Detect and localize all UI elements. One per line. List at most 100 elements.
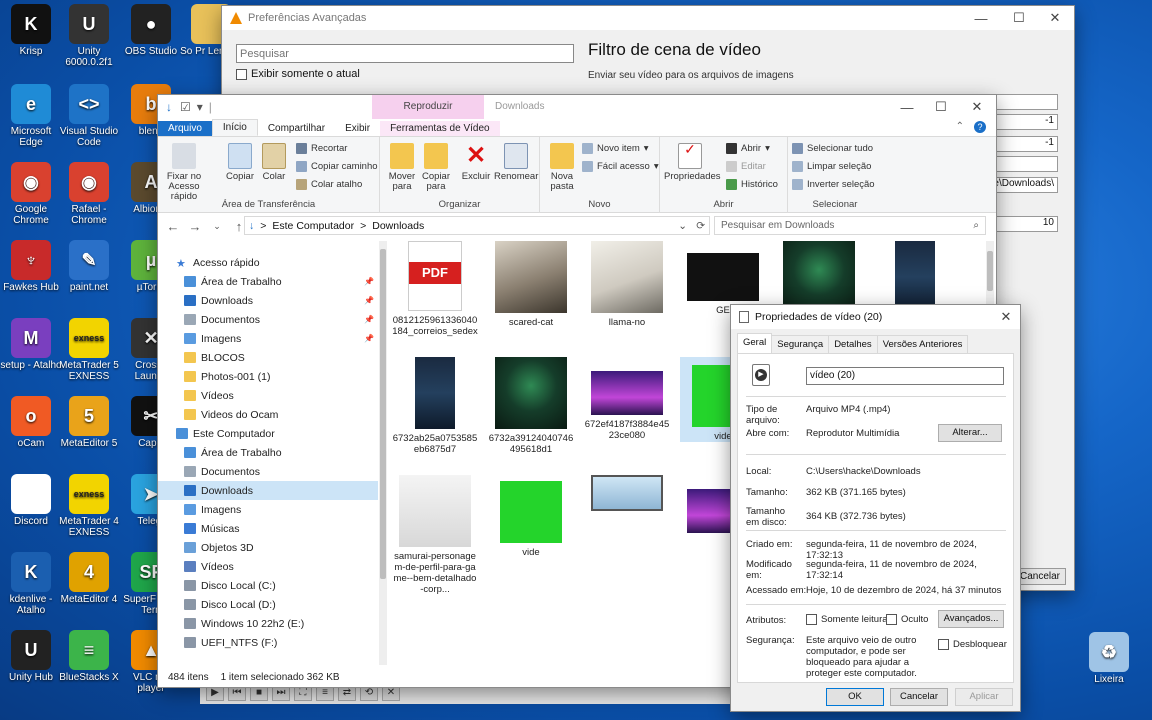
tab-geral[interactable]: Geral xyxy=(737,333,773,353)
nav-item[interactable]: Downloads 📌 xyxy=(158,291,378,310)
readonly-checkbox[interactable]: Somente leitura xyxy=(806,614,888,625)
desktop-icon-kdenlive[interactable]: Kkdenlive - Atalho xyxy=(0,552,62,616)
address-bar[interactable]: ↓ > Este Computador > Downloads ⌄ ⟳ xyxy=(244,216,710,235)
back-arrow-icon[interactable]: ← xyxy=(164,219,182,234)
file-item[interactable]: 6732a39124040746495618d1 xyxy=(488,357,574,455)
file-item[interactable]: scared-cat xyxy=(488,241,574,328)
checkbox-box[interactable] xyxy=(806,614,817,625)
search-downloads-input[interactable]: Pesquisar em Downloads ⌕ xyxy=(714,216,986,235)
nav-item[interactable]: Área de Trabalho 📌 xyxy=(158,272,378,291)
nav-item[interactable]: Este Computador xyxy=(158,424,378,443)
unblock-checkbox[interactable]: Desbloquear xyxy=(938,639,1007,650)
desktop-icon-krisp[interactable]: K Krisp xyxy=(0,4,62,57)
nav-item[interactable]: Downloads xyxy=(158,481,378,500)
file-item[interactable] xyxy=(584,475,670,515)
cut-button[interactable]: Recortar xyxy=(296,143,347,154)
files-scroll-thumb[interactable] xyxy=(987,251,993,291)
copy-path-button[interactable]: Copiar caminho xyxy=(296,161,378,172)
desktop-icon-vscode[interactable]: <> Visual Studio Code xyxy=(58,84,120,148)
maximize-button[interactable]: ☐ xyxy=(922,95,960,119)
edit-button[interactable]: Editar xyxy=(726,161,766,172)
breadcrumb-downloads[interactable]: Downloads xyxy=(372,220,424,232)
nav-item[interactable]: UEFI_NTFS (F:) xyxy=(158,633,378,652)
desktop-icon-edge[interactable]: e Microsoft Edge xyxy=(0,84,62,148)
desktop-icon-fawkes-hub[interactable]: ♆ Fawkes Hub xyxy=(0,240,62,293)
nav-item[interactable]: Área de Trabalho xyxy=(158,443,378,462)
minimize-button[interactable]: — xyxy=(962,6,1000,30)
refresh-icon[interactable]: ⟳ xyxy=(696,220,705,232)
recent-chevron-icon[interactable]: ⌄ xyxy=(208,221,226,232)
address-dropdown-icon[interactable]: ⌄ xyxy=(678,220,687,232)
nav-item[interactable]: Imagens 📌 xyxy=(158,329,378,348)
open-button[interactable]: Abrir ▾ xyxy=(726,143,770,154)
nav-item[interactable]: Windows 10 22h2 (E:) xyxy=(158,614,378,633)
nav-item[interactable]: Documentos xyxy=(158,462,378,481)
hidden-checkbox[interactable]: Oculto xyxy=(886,614,928,625)
apply-button[interactable]: Aplicar xyxy=(955,688,1013,706)
history-button[interactable]: Histórico xyxy=(726,179,778,190)
collapse-ribbon-icon[interactable]: ⌃ xyxy=(956,121,964,132)
file-item[interactable]: PDF 0812125961336040184_correios_sedex xyxy=(392,241,478,337)
vlc-search-input[interactable] xyxy=(236,44,574,63)
nav-item[interactable]: Músicas xyxy=(158,519,378,538)
checkbox-box[interactable] xyxy=(938,639,949,650)
tab-exibir[interactable]: Exibir xyxy=(335,121,380,136)
download-arrow-icon[interactable]: ↓ xyxy=(166,100,172,114)
tab-arquivo[interactable]: Arquivo xyxy=(158,121,212,136)
desktop-icon-chrome[interactable]: ◉ Google Chrome xyxy=(0,162,62,226)
tab-inicio[interactable]: Início xyxy=(211,119,258,136)
invert-selection-button[interactable]: Inverter seleção xyxy=(792,179,875,190)
desktop-icon-ocam[interactable]: o oCam xyxy=(0,396,62,449)
checkbox-box[interactable] xyxy=(886,614,897,625)
filename-input[interactable]: vídeo (20) xyxy=(806,367,1004,385)
nav-item[interactable]: Vídeos xyxy=(158,557,378,576)
nav-item[interactable]: Documentos 📌 xyxy=(158,310,378,329)
clear-selection-button[interactable]: Limpar seleção xyxy=(792,161,871,172)
nav-item[interactable]: ★ Acesso rápido xyxy=(158,253,378,272)
select-all-button[interactable]: Selecionar tudo xyxy=(792,143,873,154)
tab-seguranca[interactable]: Segurança xyxy=(771,335,830,355)
copy-to-button[interactable]: Copiar para xyxy=(416,143,456,192)
desktop-icon-unity-hub[interactable]: U Unity Hub xyxy=(0,630,62,683)
desktop-icon-paintnet[interactable]: ✎ paint.net xyxy=(58,240,120,293)
context-tab-reproduzir[interactable]: Reproduzir xyxy=(372,95,484,119)
nav-item[interactable]: Disco Local (D:) xyxy=(158,595,378,614)
tab-ferramentas-de-video[interactable]: Ferramentas de Vídeo xyxy=(380,121,500,136)
tab-detalhes[interactable]: Detalhes xyxy=(828,335,878,355)
nav-item[interactable]: Objetos 3D xyxy=(158,538,378,557)
tab-versoes-anteriores[interactable]: Versões Anteriores xyxy=(876,335,969,355)
properties-quick-icon[interactable]: ☑ xyxy=(180,100,191,114)
easy-access-button[interactable]: Fácil acesso ▾ xyxy=(582,161,659,172)
new-item-button[interactable]: Novo item ▾ xyxy=(582,143,649,154)
desktop-icon-obs[interactable]: ● OBS Studio xyxy=(120,4,182,57)
forward-arrow-icon[interactable]: → xyxy=(186,219,204,234)
file-item[interactable]: vide xyxy=(488,475,574,558)
file-item[interactable]: 6732ab25a0753585eb6875d7 xyxy=(392,357,478,455)
paste-shortcut-button[interactable]: Colar atalho xyxy=(296,179,362,190)
file-item[interactable]: samurai-personagem-de-perfil-para-game--… xyxy=(392,475,478,595)
desktop-icon-recycle-bin[interactable]: ♻ Lixeira xyxy=(1078,632,1140,685)
checkbox-box[interactable] xyxy=(236,68,247,80)
properties-button[interactable]: ✓ Propriedades xyxy=(664,142,721,182)
ok-button[interactable]: OK xyxy=(826,688,884,706)
nav-item[interactable]: Vídeos xyxy=(158,386,378,405)
file-item[interactable]: llama-no xyxy=(584,241,670,328)
nav-item[interactable]: Imagens xyxy=(158,500,378,519)
nav-item[interactable]: BLOCOS xyxy=(158,348,378,367)
desktop-icon-metatrader4[interactable]: exness MetaTrader 4 EXNESS xyxy=(58,474,120,538)
desktop-icon-setup[interactable]: Msetup - Atalho xyxy=(0,318,62,371)
help-icon[interactable]: ? xyxy=(974,121,986,133)
vlc-cancel-button[interactable]: Cancelar xyxy=(1014,568,1066,585)
desktop-icon-rafael-chrome[interactable]: ◉ Rafael - Chrome xyxy=(58,162,120,226)
delete-button[interactable]: ✕ Excluir xyxy=(456,143,496,182)
close-button[interactable]: ✕ xyxy=(991,305,1021,329)
tab-compartilhar[interactable]: Compartilhar xyxy=(258,121,335,136)
file-item[interactable]: 672ef4187f3884e4523ce080 xyxy=(584,357,670,441)
quick-access-toolbar-dropdown[interactable]: ▾ xyxy=(197,100,203,114)
nav-item[interactable]: Videos do Ocam xyxy=(158,405,378,424)
close-button[interactable]: ✕ xyxy=(958,95,996,119)
maximize-button[interactable]: ☐ xyxy=(1000,6,1038,30)
show-current-checkbox[interactable]: Exibir somente o atual xyxy=(236,68,360,80)
cancel-button[interactable]: Cancelar xyxy=(890,688,948,706)
breadcrumb-este-computador[interactable]: Este Computador xyxy=(272,220,354,232)
